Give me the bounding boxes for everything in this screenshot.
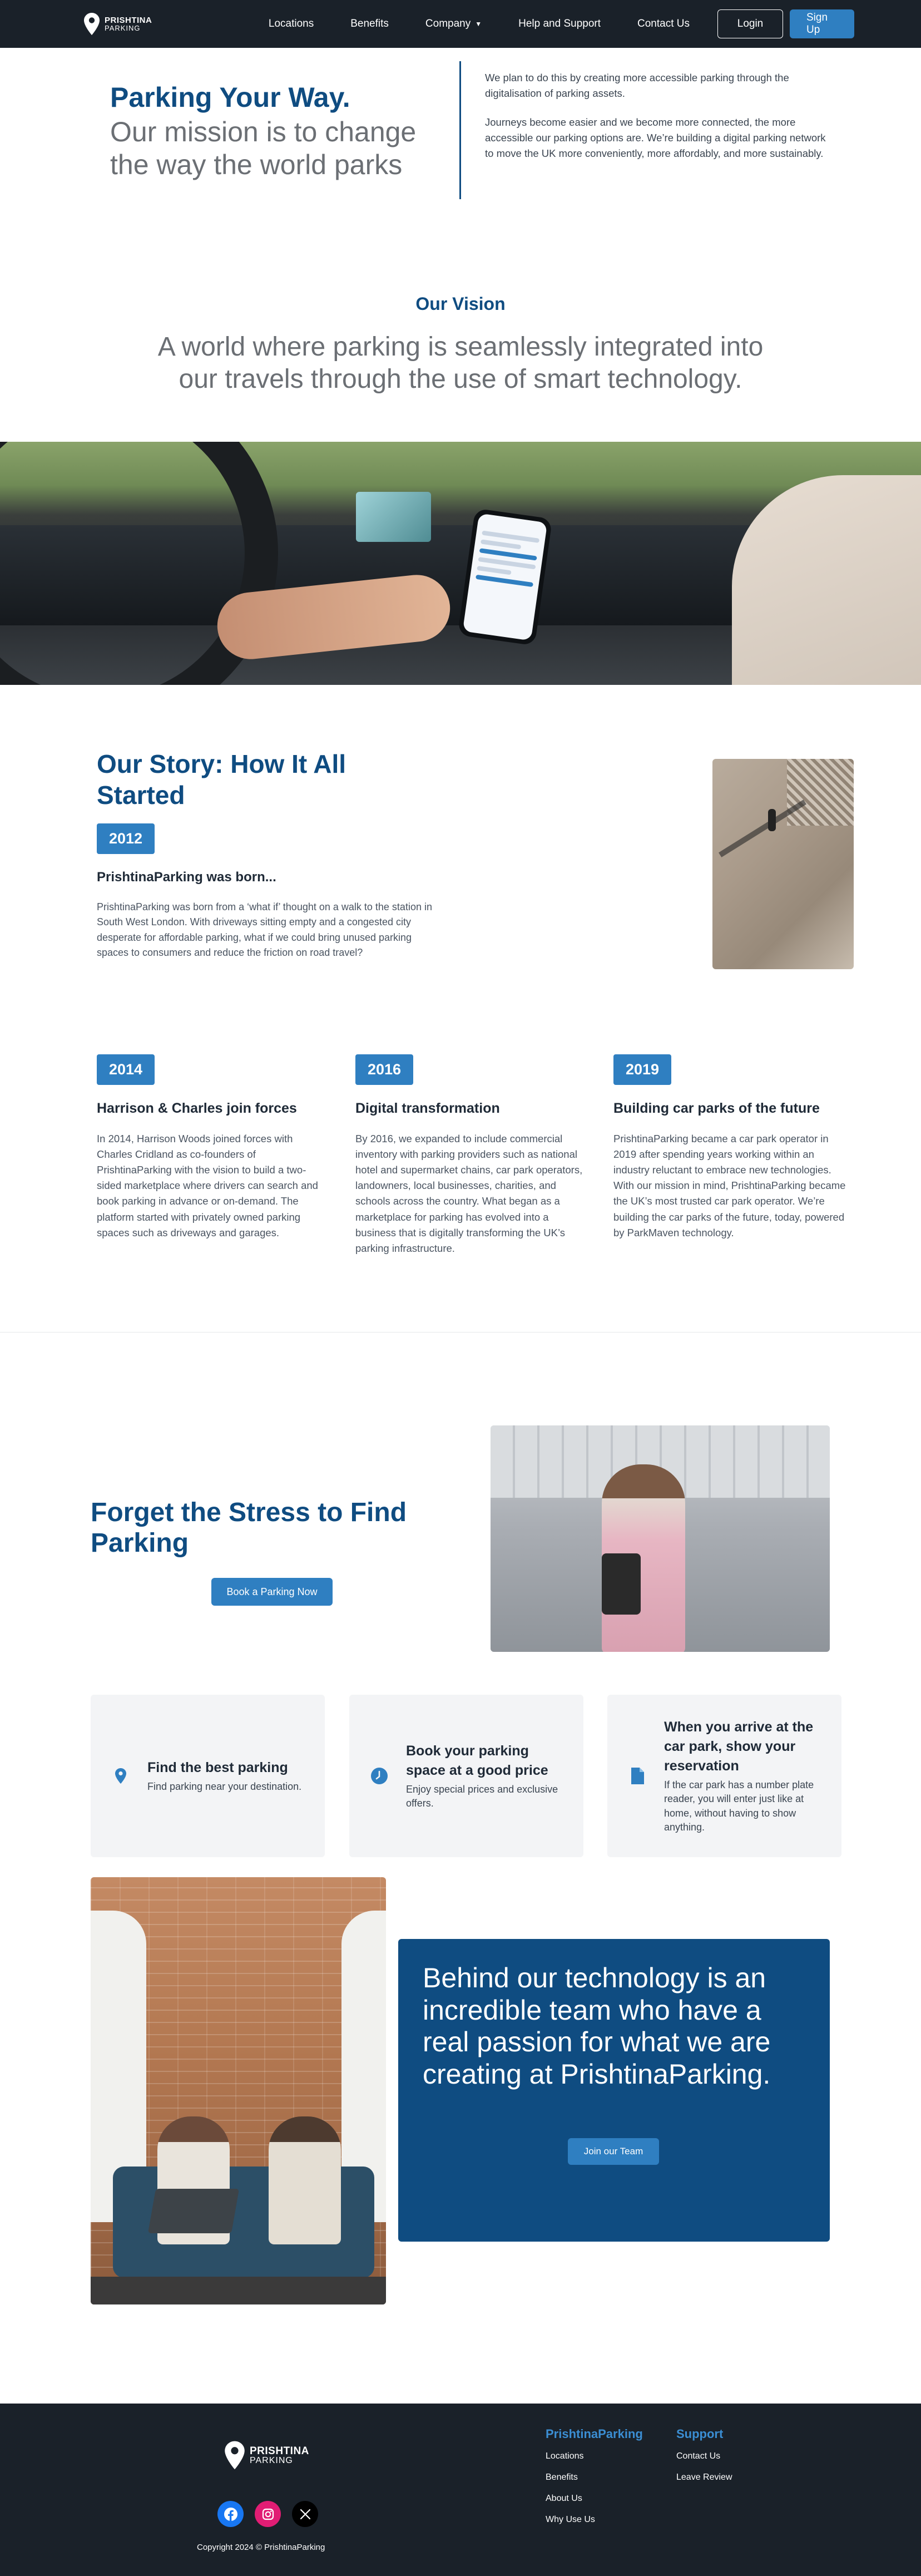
vision-statement: A world where parking is seamlessly inte… bbox=[157, 332, 764, 394]
signup-button[interactable]: Sign Up bbox=[790, 9, 854, 38]
story-title: Our Story: How It All Started bbox=[97, 749, 346, 810]
entry-title: Building car parks of the future bbox=[613, 1101, 820, 1116]
book-parking-button[interactable]: Book a Parking Now bbox=[211, 1578, 333, 1606]
entry-text: By 2016, we expanded to include commerci… bbox=[355, 1133, 583, 1254]
woman-phone-photo bbox=[491, 1425, 830, 1652]
location-pin-icon bbox=[84, 13, 100, 35]
year-badge: 2014 bbox=[97, 1054, 155, 1085]
team-callout: Behind our technology is an incredible t… bbox=[398, 1939, 830, 2242]
mission-paragraph: Journeys become easier and we become mor… bbox=[485, 116, 826, 160]
story-entry: 2019 Building car parks of the future Pr… bbox=[613, 1054, 847, 1241]
year-badge: 2019 bbox=[613, 1054, 672, 1085]
booking-cta-section: Forget the Stress to Find Parking Book a… bbox=[0, 1333, 921, 1692]
x-icon[interactable] bbox=[292, 2501, 318, 2527]
brand-subname: PARKING bbox=[105, 24, 141, 32]
location-pin-icon bbox=[115, 1768, 126, 1784]
footer-link-benefits[interactable]: Benefits bbox=[546, 2473, 643, 2483]
mission-paragraph: We plan to do this by creating more acce… bbox=[485, 72, 789, 100]
year-badge: 2012 bbox=[97, 823, 155, 854]
team-photo bbox=[91, 1877, 386, 2304]
footer-link-contact[interactable]: Contact Us bbox=[676, 2451, 732, 2461]
login-button[interactable]: Login bbox=[717, 9, 783, 38]
vision-title: Our Vision bbox=[415, 294, 506, 314]
footer-brand-logo[interactable]: PRISHTINA PARKING bbox=[224, 2440, 309, 2470]
join-team-button[interactable]: Join our Team bbox=[568, 2138, 659, 2165]
document-icon bbox=[631, 1768, 644, 1784]
hero-car-phone-image bbox=[0, 442, 921, 685]
footer-link-about[interactable]: About Us bbox=[546, 2494, 643, 2504]
team-section: Behind our technology is an incredible t… bbox=[0, 1877, 921, 2404]
footer-column-support: Support Contact Us Leave Review bbox=[676, 2427, 732, 2494]
feature-title: Find the best parking bbox=[147, 1759, 288, 1775]
story-entry: 2012 PrishtinaParking was born... Prisht… bbox=[97, 823, 442, 960]
footer-column-title: Support bbox=[676, 2427, 724, 2441]
feature-description: If the car park has a number plate reade… bbox=[664, 1779, 814, 1833]
brand-name: PRISHTINA bbox=[105, 16, 152, 25]
mission-title: Parking Your Way. bbox=[110, 82, 350, 113]
footer: PRISHTINA PARKING Copyright 2024 © Prish… bbox=[0, 2404, 921, 2576]
brand-subname: PARKING bbox=[250, 2455, 293, 2465]
story-entry: 2014 Harrison & Charles join forces In 2… bbox=[97, 1054, 330, 1241]
story-entry: 2016 Digital transformation By 2016, we … bbox=[355, 1054, 589, 1256]
caret-down-icon: ▼ bbox=[475, 20, 482, 28]
location-pin-icon bbox=[225, 2441, 245, 2470]
entry-text: PrishtinaParking was born from a ‘what i… bbox=[97, 901, 432, 959]
vision-section: Our Vision A world where parking is seam… bbox=[0, 229, 921, 442]
vertical-divider bbox=[459, 61, 461, 199]
nav-link-benefits[interactable]: Benefits bbox=[350, 18, 389, 30]
clock-icon bbox=[371, 1768, 388, 1784]
feature-card: When you arrive at the car park, show yo… bbox=[607, 1695, 841, 1857]
facebook-icon[interactable] bbox=[217, 2501, 244, 2527]
entry-text: PrishtinaParking became a car park opera… bbox=[613, 1133, 846, 1238]
nav-dropdown-company[interactable]: Company ▼ bbox=[425, 18, 482, 30]
cta-title: Forget the Stress to Find Parking bbox=[91, 1498, 407, 1558]
top-navbar: PRISHTINA PARKING Locations Benefits Com… bbox=[0, 0, 921, 48]
aerial-person-photo bbox=[712, 759, 854, 969]
footer-column-title: PrishtinaParking bbox=[546, 2427, 643, 2441]
mission-subtitle: Our mission is to change the way the wor… bbox=[110, 116, 417, 180]
mission-description: We plan to do this by creating more acce… bbox=[485, 70, 829, 162]
copyright-text: Copyright 2024 © PrishtinaParking bbox=[197, 2543, 325, 2552]
brand-logo[interactable]: PRISHTINA PARKING bbox=[83, 12, 152, 36]
feature-card: Book your parking space at a good price … bbox=[349, 1695, 583, 1857]
nav-link-contact[interactable]: Contact Us bbox=[637, 18, 690, 30]
entry-title: Harrison & Charles join forces bbox=[97, 1101, 297, 1116]
instagram-icon[interactable] bbox=[255, 2501, 281, 2527]
nav-link-help[interactable]: Help and Support bbox=[518, 18, 601, 30]
footer-link-locations[interactable]: Locations bbox=[546, 2451, 643, 2461]
feature-description: Enjoy special prices and exclusive offer… bbox=[406, 1783, 558, 1809]
entry-title: Digital transformation bbox=[355, 1101, 500, 1116]
footer-link-why-use-us[interactable]: Why Use Us bbox=[546, 2515, 643, 2525]
mission-section: Parking Your Way. Our mission is to chan… bbox=[0, 48, 921, 229]
brand-name: PRISHTINA bbox=[250, 2445, 309, 2457]
nav-link-company-label: Company bbox=[425, 18, 471, 29]
feature-card: Find the best parking Find parking near … bbox=[91, 1695, 325, 1857]
footer-column-company: PrishtinaParking Locations Benefits Abou… bbox=[546, 2427, 643, 2536]
footer-link-review[interactable]: Leave Review bbox=[676, 2473, 732, 2483]
entry-text: In 2014, Harrison Woods joined forces wi… bbox=[97, 1133, 318, 1238]
team-statement: Behind our technology is an incredible t… bbox=[423, 1962, 771, 2090]
nav-links: Locations Benefits Company ▼ Help and Su… bbox=[269, 18, 690, 30]
entry-title: PrishtinaParking was born... bbox=[97, 870, 276, 885]
feature-description: Find parking near your destination. bbox=[147, 1780, 302, 1792]
feature-title: Book your parking space at a good price bbox=[406, 1743, 548, 1778]
feature-title: When you arrive at the car park, show yo… bbox=[664, 1719, 814, 1774]
nav-link-locations[interactable]: Locations bbox=[269, 18, 314, 30]
social-links bbox=[217, 2501, 318, 2527]
our-story-section: Our Story: How It All Started 2012 Prish… bbox=[0, 685, 921, 1332]
year-badge: 2016 bbox=[355, 1054, 414, 1085]
